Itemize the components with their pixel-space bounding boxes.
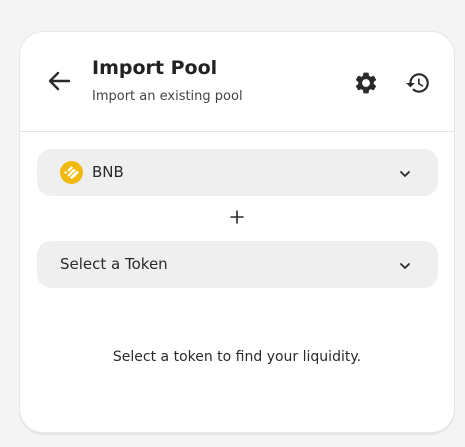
bnb-logo-icon [60,161,83,184]
chevron-down-icon [398,166,412,180]
page-title: Import Pool [92,57,218,79]
token-a-select[interactable]: BNB [37,149,438,196]
settings-button[interactable] [353,70,379,96]
token-b-label: Select a Token [60,255,168,273]
history-button[interactable] [405,70,431,96]
token-b-select[interactable]: Select a Token [37,241,438,288]
plus-icon [229,209,245,225]
history-icon [406,73,429,93]
find-liquidity-message: Select a token to find your liquidity. [112,349,362,365]
arrow-left-icon [48,71,71,91]
gear-icon [355,72,377,94]
chevron-down-icon [398,258,412,272]
import-pool-card: Import Pool Import an existing pool BNB [19,31,455,433]
token-a-label: BNB [92,163,124,181]
page-subtitle: Import an existing pool [92,89,243,104]
card-header: Import Pool Import an existing pool [20,32,454,132]
back-button[interactable] [44,66,74,96]
